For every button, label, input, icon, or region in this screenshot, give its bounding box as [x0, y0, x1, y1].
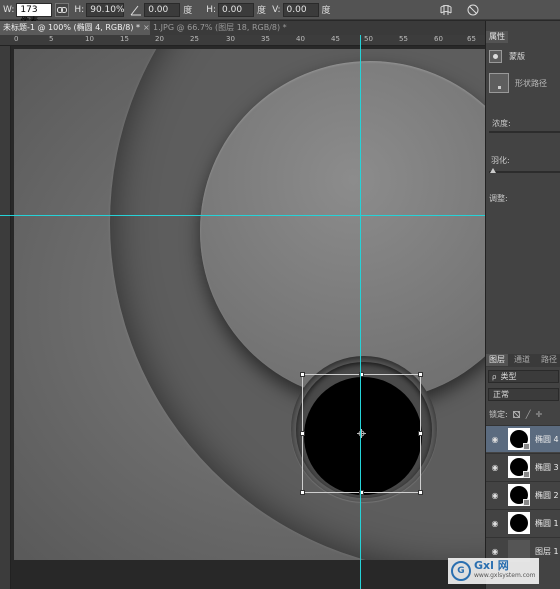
transform-handle[interactable] — [300, 490, 305, 495]
layer-filter-select[interactable]: ρ 类型 — [488, 370, 559, 383]
shape-path-label: 形状路径 — [515, 78, 547, 88]
lock-transparency-icon[interactable] — [512, 411, 520, 418]
ruler-mark: 30 — [226, 35, 235, 43]
ruler-mark: 35 — [261, 35, 270, 43]
visibility-eye-icon[interactable]: ◉ — [489, 547, 501, 556]
watermark-brand: Gxl 网 — [474, 559, 509, 572]
layer-name: 椭圆 2 — [535, 490, 559, 500]
filter-type-label: 类型 — [500, 372, 517, 381]
visibility-eye-icon[interactable]: ◉ — [489, 519, 501, 528]
mask-label: 蒙版 — [509, 51, 525, 61]
hskew-input[interactable]: 0.00 — [218, 2, 255, 17]
layer-name: 椭圆 3 — [535, 462, 559, 472]
blend-mode-value: 正常 — [493, 390, 509, 399]
layer-thumbnail — [508, 456, 530, 478]
close-icon[interactable]: × — [143, 23, 150, 32]
tab-label: 1.JPG @ 66.7% (图层 18, RGB/8) * — [153, 23, 287, 32]
search-icon: ρ — [492, 372, 497, 381]
hskew-label: H: — [206, 4, 217, 15]
options-bar: W: 173 像素 H: 90.10% 0.00 度 H: 0.00 度 V: … — [0, 0, 560, 27]
globe-logo-icon: G — [451, 561, 471, 581]
cancel-icon[interactable] — [465, 2, 481, 18]
vskew-input[interactable]: 0.00 — [282, 2, 319, 17]
layer-thumbnail — [508, 428, 530, 450]
ruler-mark: 60 — [434, 35, 443, 43]
tab-properties[interactable]: 属性 — [486, 31, 508, 43]
transform-handle[interactable] — [300, 431, 305, 436]
layer-row[interactable]: ◉ 椭圆 1 — [486, 509, 560, 536]
feather-slider[interactable] — [489, 171, 560, 173]
ruler-mark: 5 — [49, 35, 54, 43]
layer-row[interactable]: ◉ 椭圆 2 — [486, 481, 560, 508]
vertical-guide[interactable] — [360, 35, 361, 589]
transform-handle[interactable] — [418, 372, 423, 377]
layer-row[interactable]: ◉ 椭圆 4 — [486, 425, 560, 452]
layer-row[interactable]: ◉ 椭圆 3 — [486, 453, 560, 480]
lock-row: 锁定: ╱ ✛ — [489, 409, 542, 420]
ruler-mark: 25 — [190, 35, 199, 43]
lock-move-icon[interactable]: ✛ — [536, 410, 543, 419]
tab-untitled-1[interactable]: 未标题-1 @ 100% (椭圆 4, RGB/8) * × — [0, 21, 150, 35]
visibility-eye-icon[interactable]: ◉ — [489, 463, 501, 472]
tab-paths[interactable]: 路径 — [538, 354, 560, 366]
canvas-workspace[interactable] — [11, 46, 485, 589]
visibility-eye-icon[interactable]: ◉ — [489, 435, 501, 444]
vskew-unit: 度 — [321, 6, 331, 16]
ruler-mark: 50 — [364, 35, 373, 43]
width-label: W: — [3, 4, 15, 15]
ruler-mark: 45 — [331, 35, 340, 43]
width-input[interactable]: 173 像素 — [16, 2, 53, 27]
document-tabs: 未标题-1 @ 100% (椭圆 4, RGB/8) * × 1.JPG @ 66… — [0, 21, 485, 35]
adjust-label: 调整: — [489, 194, 508, 203]
watermark-url: www.gxlsystem.com — [474, 572, 536, 579]
link-icon[interactable] — [55, 2, 70, 17]
vertical-ruler[interactable] — [0, 46, 11, 589]
height-label: H: — [74, 4, 85, 15]
warp-icon[interactable] — [438, 2, 454, 18]
layer-thumbnail — [508, 484, 530, 506]
blend-mode-select[interactable]: 正常 — [488, 388, 559, 401]
ruler-mark: 55 — [399, 35, 408, 43]
horizontal-ruler[interactable]: 0 5 10 15 20 25 30 35 40 45 50 55 60 65 — [0, 35, 485, 46]
visibility-eye-icon[interactable]: ◉ — [489, 491, 501, 500]
angle-unit: 度 — [183, 6, 193, 16]
transform-handle[interactable] — [418, 490, 423, 495]
ruler-mark: 0 — [14, 35, 19, 43]
vector-mask-row[interactable]: 形状路径 — [486, 71, 560, 95]
ruler-mark: 40 — [296, 35, 305, 43]
layer-name: 椭圆 4 — [535, 434, 559, 444]
layers-panel-tabs: 图层 通道 路径 — [486, 354, 560, 367]
horizontal-guide[interactable] — [0, 215, 485, 216]
ruler-mark: 10 — [85, 35, 94, 43]
density-slider[interactable] — [489, 131, 560, 133]
crosshair-icon[interactable] — [357, 429, 366, 438]
feather-label: 羽化: — [491, 156, 510, 165]
angle-icon — [130, 4, 142, 16]
height-input[interactable]: 90.10% — [86, 2, 125, 17]
angle-input[interactable]: 0.00 — [144, 2, 181, 17]
mask-icon — [489, 49, 502, 63]
vskew-label: V: — [272, 4, 281, 15]
layer-name: 图层 1 — [535, 546, 559, 556]
tab-label: 未标题-1 @ 100% (椭圆 4, RGB/8) * — [3, 23, 141, 32]
transform-handle[interactable] — [300, 372, 305, 377]
right-panel: 属性 蒙版 形状路径 浓度: 羽化: 调整: 图层 通道 路径 ρ 类型 正常 … — [485, 21, 560, 589]
tab-channels[interactable]: 通道 — [511, 354, 533, 366]
density-label: 浓度: — [492, 119, 511, 128]
ruler-mark: 15 — [120, 35, 129, 43]
layer-name: 椭圆 1 — [535, 518, 559, 528]
ruler-mark: 20 — [155, 35, 164, 43]
mask-row[interactable]: 蒙版 — [486, 48, 560, 64]
tab-1-jpg[interactable]: 1.JPG @ 66.7% (图层 18, RGB/8) *× — [150, 21, 290, 35]
ruler-mark: 65 — [467, 35, 476, 43]
layer-thumbnail — [508, 512, 530, 534]
feather-slider-thumb[interactable] — [490, 168, 496, 173]
shape-path-icon — [489, 73, 509, 93]
hskew-unit: 度 — [257, 6, 267, 16]
tab-layers[interactable]: 图层 — [486, 354, 508, 366]
lock-brush-icon[interactable]: ╱ — [526, 410, 531, 419]
transform-handle[interactable] — [418, 431, 423, 436]
watermark-logo: G Gxl 网 www.gxlsystem.com — [448, 558, 539, 584]
lock-label: 锁定: — [489, 410, 508, 419]
